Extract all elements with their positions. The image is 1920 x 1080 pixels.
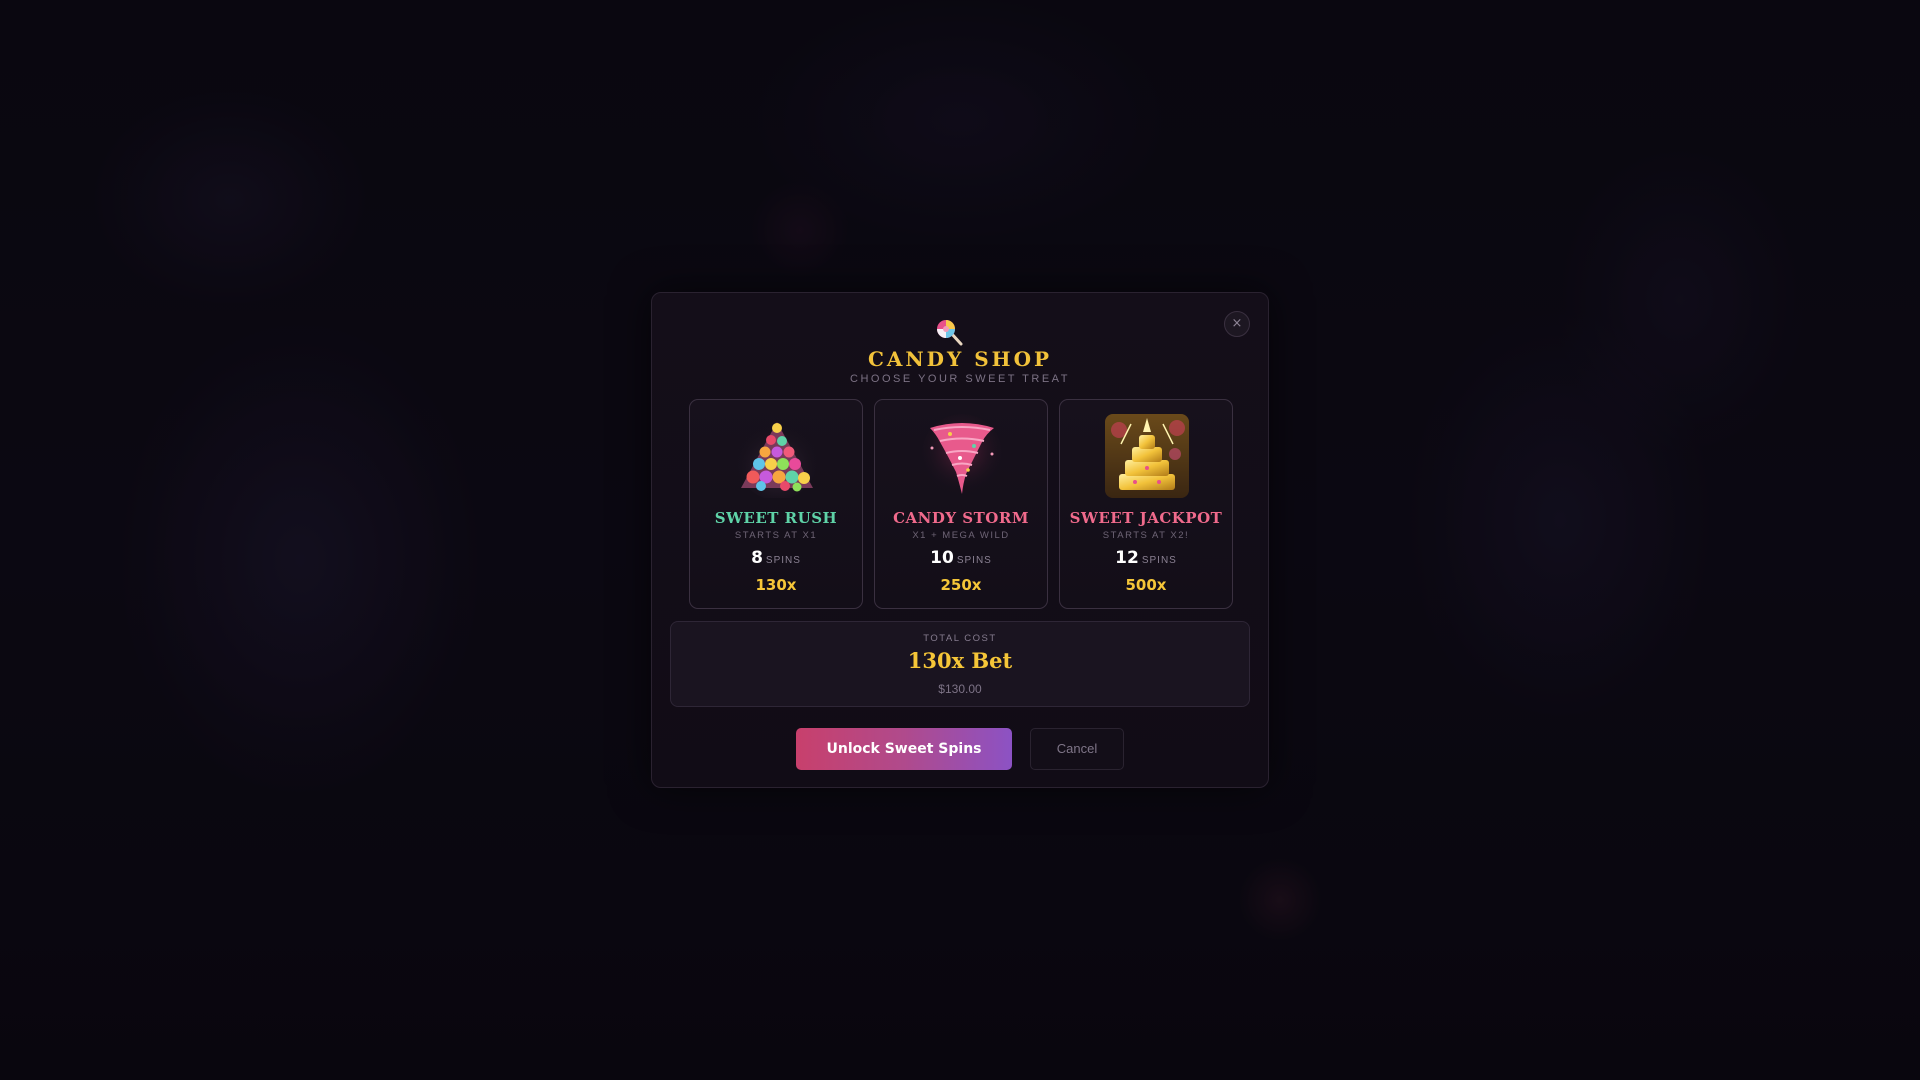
package-spins: 8 SPINS [690, 548, 862, 568]
package-description: X1 + MEGA WILD [912, 530, 1010, 541]
total-cost-panel: TOTAL COST 130x Bet $130.00 [670, 621, 1250, 707]
package-multiplier: 130x [755, 576, 797, 594]
modal-title: CANDY SHOP [867, 347, 1053, 371]
package-multiplier: 500x [1125, 576, 1167, 594]
package-card-candy-storm[interactable]: CANDY STORM X1 + MEGA WILD 10 SPINS 250x [874, 399, 1048, 609]
spins-label: SPINS [765, 555, 801, 566]
golden-cake-icon [1105, 414, 1189, 498]
spins-label: SPINS [1141, 555, 1177, 566]
package-name: SWEET JACKPOT [1069, 509, 1223, 527]
close-icon: × [1231, 316, 1243, 331]
package-description: STARTS AT X2! [1102, 530, 1190, 541]
cancel-button[interactable]: Cancel [1030, 728, 1124, 770]
candy-shop-modal: × CANDY SHOP CHOOSE YOUR SWEET TREAT SWE… [651, 292, 1269, 788]
package-description: STARTS AT X1 [734, 530, 818, 541]
candy-pile-icon [737, 420, 817, 498]
package-name: SWEET RUSH [714, 509, 838, 527]
spins-count: 12 [1115, 548, 1139, 568]
total-cost-value: 130x Bet [907, 648, 1013, 673]
package-name: CANDY STORM [893, 509, 1029, 527]
lollipop-icon [937, 320, 963, 346]
package-multiplier: 250x [940, 576, 982, 594]
spins-label: SPINS [956, 555, 992, 566]
close-button[interactable]: × [1224, 311, 1250, 337]
package-spins: 12 SPINS [1060, 548, 1232, 568]
modal-subtitle: CHOOSE YOUR SWEET TREAT [850, 373, 1070, 385]
package-card-sweet-jackpot[interactable]: SWEET JACKPOT STARTS AT X2! 12 SPINS 500x [1059, 399, 1233, 609]
spins-count: 10 [930, 548, 954, 568]
unlock-sweet-spins-button[interactable]: Unlock Sweet Spins [796, 728, 1012, 770]
package-card-sweet-rush[interactable]: SWEET RUSH STARTS AT X1 8 SPINS 130x [689, 399, 863, 609]
total-cost-amount: $130.00 [938, 682, 982, 696]
candy-tornado-icon [922, 414, 1002, 494]
spins-count: 8 [751, 548, 763, 568]
total-cost-label: TOTAL COST [923, 633, 997, 644]
package-spins: 10 SPINS [875, 548, 1047, 568]
package-list: SWEET RUSH STARTS AT X1 8 SPINS 130x CAN… [689, 399, 1233, 611]
